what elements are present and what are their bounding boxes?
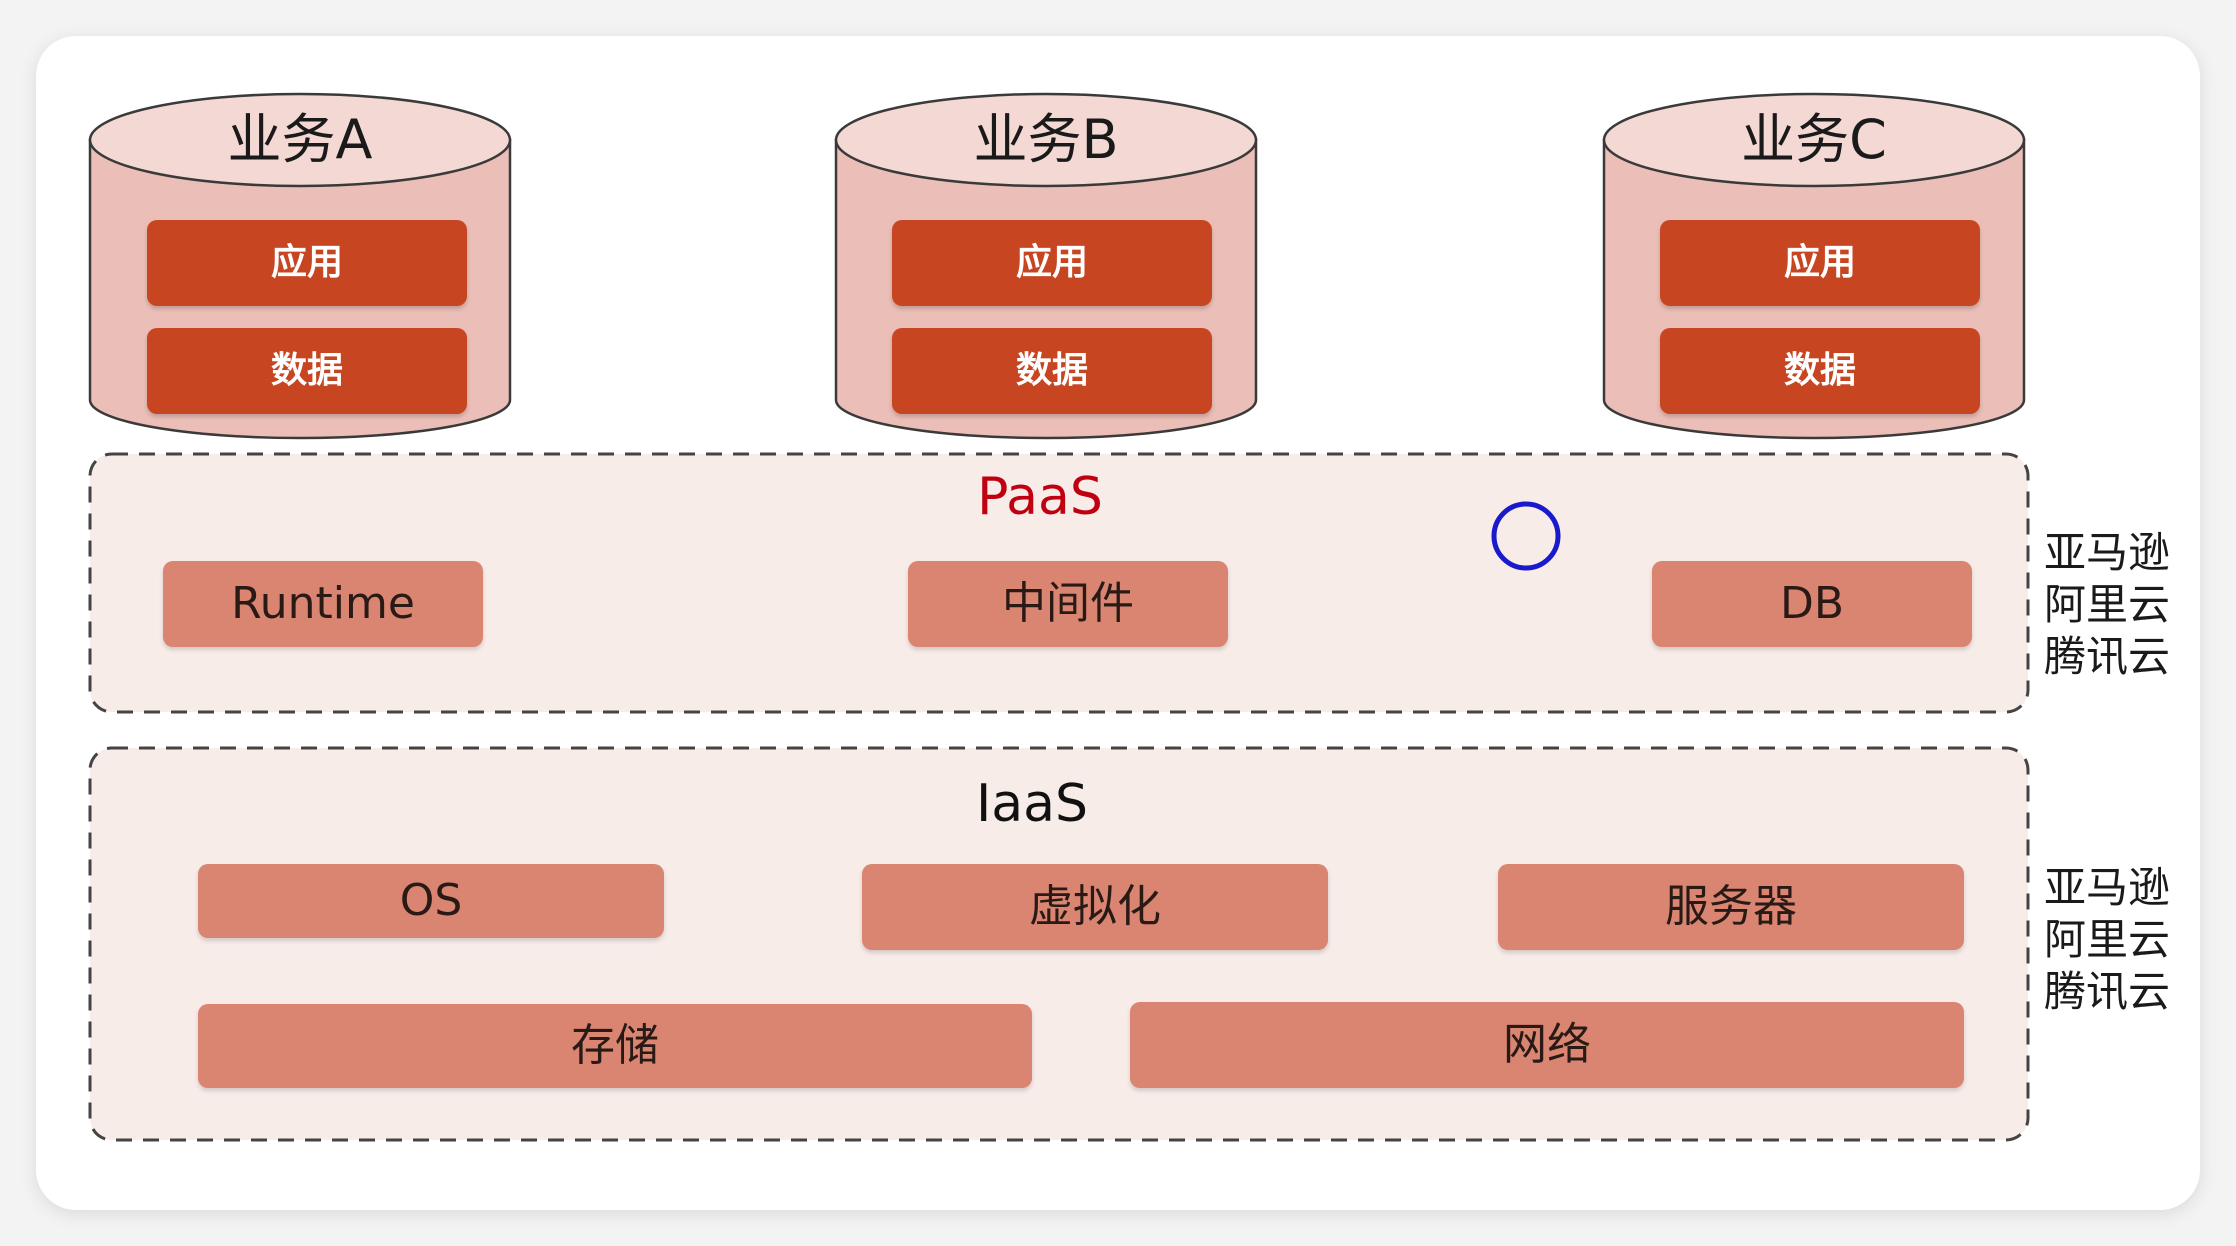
iaas-vendor-amazon: 亚马逊 (2044, 863, 2171, 912)
iaas-item-os: OS (198, 864, 664, 938)
iaas-vendor-list: 亚马逊 阿里云 腾讯云 (2044, 862, 2184, 1018)
paas-vendor-amazon: 亚马逊 (2044, 528, 2171, 577)
paas-item-db: DB (1652, 561, 1972, 647)
business-b-title: 业务B (973, 108, 1119, 171)
iaas-item-network: 网络 (1130, 1002, 1964, 1088)
paas-item-runtime: Runtime (163, 561, 483, 647)
paas-vendor-aliyun: 阿里云 (2044, 580, 2171, 629)
iaas-vendor-tencent: 腾讯云 (2044, 967, 2171, 1016)
business-a-title: 业务A (227, 108, 373, 171)
business-c-app-box: 应用 (1660, 220, 1980, 306)
business-c-data-box: 数据 (1660, 328, 1980, 414)
business-c-title: 业务C (1741, 108, 1887, 171)
iaas-item-storage: 存储 (198, 1004, 1032, 1088)
business-b-app-box: 应用 (892, 220, 1212, 306)
paas-vendor-list: 亚马逊 阿里云 腾讯云 (2044, 527, 2184, 683)
business-b-data-box: 数据 (892, 328, 1212, 414)
iaas-vendor-aliyun: 阿里云 (2044, 915, 2171, 964)
paas-layer-title: PaaS (977, 467, 1103, 527)
iaas-item-virtualization: 虚拟化 (862, 864, 1328, 950)
business-a-app-box: 应用 (147, 220, 467, 306)
business-a-data-box: 数据 (147, 328, 467, 414)
iaas-layer-title: IaaS (975, 774, 1089, 834)
paas-vendor-tencent: 腾讯云 (2044, 632, 2171, 681)
iaas-item-server: 服务器 (1498, 864, 1964, 950)
paas-item-middleware: 中间件 (908, 561, 1228, 647)
